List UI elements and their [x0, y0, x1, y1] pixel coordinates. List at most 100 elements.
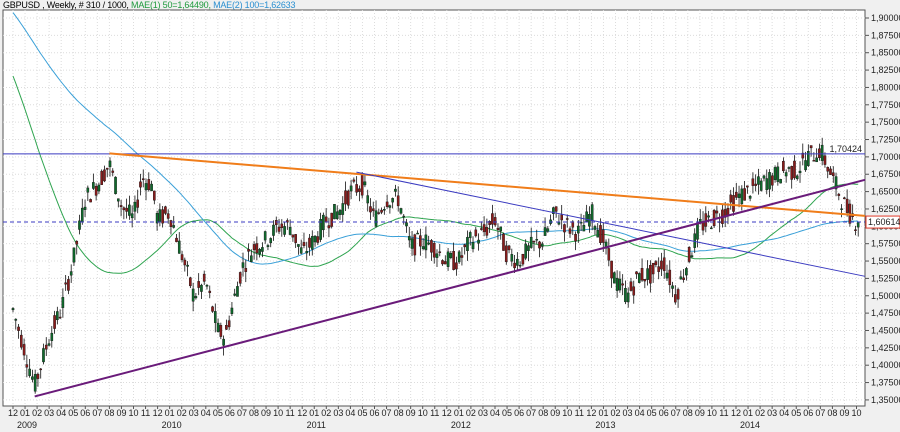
x-month-label: 10 [418, 408, 428, 418]
candle-body [383, 209, 386, 211]
x-month-label: 05 [791, 408, 801, 418]
x-month-label: 07 [815, 408, 825, 418]
candle-body [33, 374, 37, 392]
x-month-label: 11 [141, 408, 150, 418]
candle-body [94, 185, 98, 196]
candle-body [618, 278, 622, 291]
candle-body [829, 168, 832, 175]
candle-body [335, 211, 339, 219]
x-month-label: 03 [44, 408, 54, 418]
x-year-label: 2010 [162, 420, 182, 430]
y-tick-label: 1,62500 [871, 204, 900, 214]
candle-body [42, 348, 45, 363]
candle-body [416, 232, 419, 235]
candle-body [374, 210, 378, 227]
current-price-label: 1,60614 [868, 217, 900, 227]
candle-body [468, 232, 472, 238]
candle-body [613, 272, 616, 284]
candle-body [327, 225, 331, 229]
candle-body [504, 245, 508, 262]
candle-body [529, 236, 533, 248]
price-chart[interactable]: 1,35000 1,37500 1,40000 1,42500 1,45000 1,475… [0, 0, 900, 432]
x-month-label: 07 [526, 408, 536, 418]
candle-body [144, 183, 148, 191]
candle-body [637, 273, 641, 283]
candle-body [22, 344, 26, 356]
candle-body [288, 227, 292, 235]
candle-body [818, 148, 821, 159]
level-label: 1,70424 [829, 144, 862, 154]
candle-body [740, 188, 744, 205]
candle-body [798, 170, 802, 174]
candle-body [166, 213, 170, 219]
candle-body [419, 235, 422, 247]
candle-body [784, 172, 788, 177]
x-month-label: 03 [623, 408, 633, 418]
candle-body [704, 213, 708, 227]
candle-body [349, 185, 353, 192]
candle-body [83, 206, 87, 210]
candle-body [67, 279, 70, 291]
candle-body [153, 190, 156, 201]
candle-body [651, 262, 655, 275]
x-month-label: 12 [297, 408, 307, 418]
y-tick-label: 1,80000 [871, 82, 900, 92]
candle-body [793, 160, 796, 179]
candle-body [746, 185, 749, 188]
candle-body [341, 203, 345, 215]
candle-body [125, 207, 128, 212]
candle-body [97, 184, 101, 192]
candle-body [485, 227, 489, 236]
x-month-label: 08 [249, 408, 259, 418]
candle-body [820, 144, 824, 161]
x-month-label: 11 [575, 408, 584, 418]
y-tick-label: 1,57500 [871, 239, 900, 249]
candle-body [809, 145, 813, 149]
y-tick-label: 1,87500 [871, 30, 900, 40]
candle-body [136, 199, 140, 208]
candle-body [385, 201, 389, 207]
candle-body [657, 266, 660, 272]
candle-body [432, 243, 436, 258]
candle-body [108, 160, 112, 168]
candle-body [435, 253, 439, 258]
candle-body [754, 183, 757, 186]
candle-body [355, 184, 358, 193]
candle-body [302, 242, 306, 247]
candle-body [399, 208, 403, 214]
candle-body [119, 205, 123, 207]
candle-body [845, 198, 849, 213]
x-month-label: 10 [851, 408, 861, 418]
x-month-label: 05 [357, 408, 367, 418]
candle-body [535, 239, 539, 241]
candle-body [837, 193, 841, 196]
candle-body [69, 271, 73, 276]
y-tick-label: 1,42500 [871, 343, 900, 353]
y-tick-label: 1,37500 [871, 378, 900, 388]
candle-body [696, 223, 699, 240]
candle-body [114, 176, 117, 195]
candle-body [787, 167, 791, 169]
candle-body [172, 225, 176, 228]
x-month-label: 06 [80, 408, 90, 418]
candle-body [521, 253, 525, 265]
y-tick-label: 1,70000 [871, 152, 900, 162]
x-month-label: 12 [442, 408, 452, 418]
x-month-label: 01 [165, 408, 175, 418]
candle-body [413, 234, 417, 256]
candle-body [86, 187, 90, 193]
candle-body [211, 306, 214, 312]
candle-body [305, 251, 309, 254]
candle-body [807, 151, 810, 166]
y-tick-label: 1,90000 [871, 13, 900, 23]
candle-body [790, 166, 794, 180]
candle-body [222, 338, 225, 346]
x-month-label: 09 [695, 408, 705, 418]
candle-body [352, 179, 356, 182]
candle-body [596, 230, 600, 238]
candle-body [294, 234, 297, 243]
candle-body [480, 228, 483, 230]
x-month-label: 10 [707, 408, 717, 418]
candle-body [854, 229, 857, 231]
x-month-label: 06 [659, 408, 669, 418]
